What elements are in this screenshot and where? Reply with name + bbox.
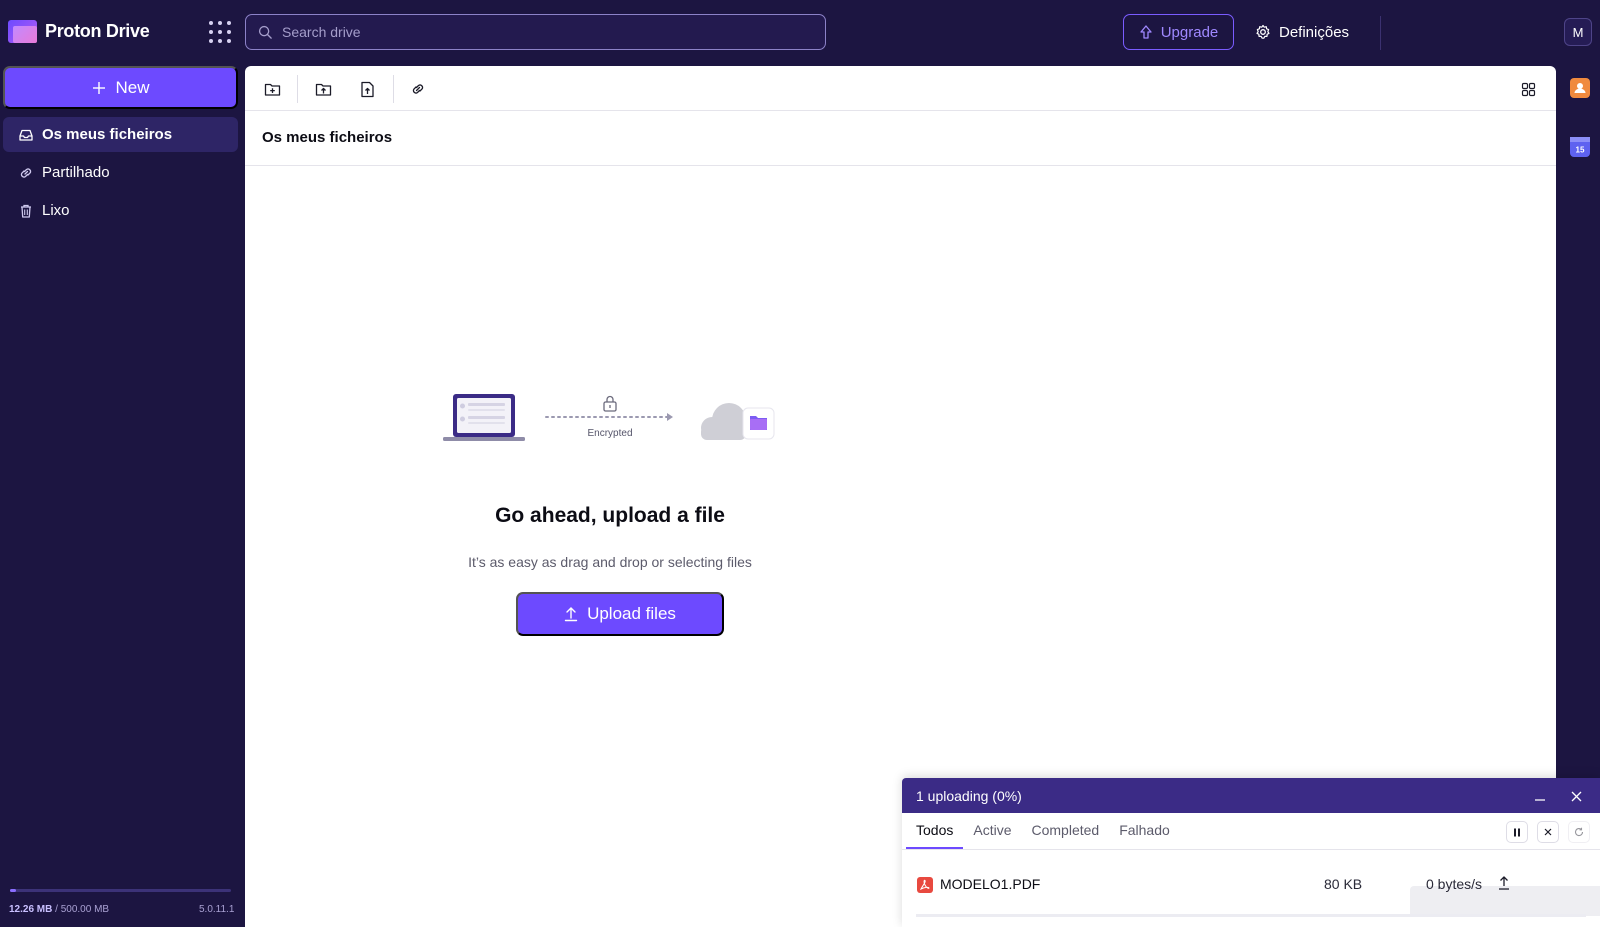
search-icon bbox=[258, 25, 272, 39]
inbox-icon bbox=[19, 129, 33, 141]
svg-text:15: 15 bbox=[1576, 146, 1585, 155]
apps-launcher-icon[interactable] bbox=[208, 20, 232, 44]
minimize-icon bbox=[1535, 799, 1545, 801]
new-button[interactable]: New bbox=[3, 66, 238, 109]
sidebar-item-label: Lixo bbox=[42, 202, 70, 219]
link-icon bbox=[20, 167, 32, 178]
upload-folder-button[interactable] bbox=[308, 76, 338, 102]
storage-usage: 12.26 MB / 500.00 MB bbox=[9, 904, 109, 915]
upgrade-label: Upgrade bbox=[1160, 23, 1219, 41]
upload-folder-icon bbox=[315, 83, 331, 96]
header-divider bbox=[1380, 16, 1381, 50]
transfer-status-title: 1 uploading (0%) bbox=[916, 787, 1022, 804]
gear-icon bbox=[1256, 24, 1270, 39]
app-version: 5.0.11.1 bbox=[199, 904, 235, 915]
proton-drive-logo-icon bbox=[8, 20, 37, 43]
transfer-file-size: 80 KB bbox=[1324, 876, 1363, 892]
upload-files-button[interactable]: Upload files bbox=[516, 592, 724, 636]
toolbar-divider bbox=[297, 75, 298, 103]
sidebar-nav: Os meus ficheiros Partilhado Lixo bbox=[3, 117, 238, 231]
storage-total: 500.00 MB bbox=[60, 904, 110, 915]
new-folder-button[interactable] bbox=[257, 76, 287, 102]
top-bar: Proton Drive Upgrade Definições M bbox=[0, 0, 1600, 65]
transfer-tabs: Todos Active Completed Falhado bbox=[902, 813, 1600, 850]
transfer-manager-header[interactable]: 1 uploading (0%) bbox=[902, 778, 1600, 813]
encrypted-caption: Encrypted bbox=[587, 428, 632, 439]
encrypted-upload-illustration: Encrypted bbox=[443, 394, 775, 441]
app-name: Proton Drive bbox=[45, 21, 150, 41]
user-avatar[interactable]: M bbox=[1564, 18, 1592, 46]
transfer-manager: 1 uploading (0%) Todos Active Completed … bbox=[902, 778, 1600, 927]
upload-arrow-icon bbox=[564, 607, 578, 622]
grid-view-icon bbox=[1521, 82, 1535, 96]
retry-all-button[interactable] bbox=[1568, 821, 1590, 843]
get-link-button[interactable] bbox=[403, 76, 433, 102]
cloud-icon bbox=[701, 403, 746, 440]
new-label: New bbox=[115, 77, 150, 97]
storage-bar-fill bbox=[10, 889, 16, 892]
upgrade-arrow-icon bbox=[1140, 25, 1152, 39]
storage-used: 12.26 MB bbox=[9, 904, 53, 915]
lock-icon bbox=[603, 395, 617, 412]
layout-toggle-button[interactable] bbox=[1513, 76, 1543, 102]
sidebar-item-my-files[interactable]: Os meus ficheiros bbox=[3, 117, 238, 152]
upload-file-button[interactable] bbox=[352, 76, 382, 102]
settings-label: Definições bbox=[1279, 23, 1350, 41]
contacts-icon bbox=[1574, 83, 1586, 93]
sidebar-item-shared[interactable]: Partilhado bbox=[3, 155, 238, 190]
upgrade-button[interactable]: Upgrade bbox=[1123, 14, 1234, 50]
laptop-icon bbox=[443, 394, 525, 441]
sidebar-item-label: Partilhado bbox=[42, 164, 110, 181]
breadcrumb: Os meus ficheiros bbox=[245, 111, 1556, 166]
pause-icon bbox=[1514, 828, 1520, 836]
transfer-speed: 0 bytes/s bbox=[1426, 876, 1483, 892]
search-box[interactable] bbox=[245, 14, 826, 50]
contacts-app-icon[interactable] bbox=[1570, 78, 1590, 98]
empty-state-title: Go ahead, upload a file bbox=[495, 504, 725, 527]
settings-button[interactable]: Definições bbox=[1255, 14, 1349, 50]
calendar-app-icon[interactable]: 15 bbox=[1570, 137, 1590, 157]
pdf-file-icon bbox=[917, 877, 933, 893]
upload-file-icon bbox=[360, 81, 374, 97]
new-folder-icon bbox=[264, 83, 280, 96]
folder-icon bbox=[742, 407, 775, 440]
close-icon bbox=[1544, 828, 1552, 836]
tab-failed[interactable]: Falhado bbox=[1109, 813, 1180, 849]
app-logo[interactable]: Proton Drive bbox=[8, 20, 150, 43]
minimize-button[interactable] bbox=[1530, 786, 1550, 806]
cancel-all-button[interactable] bbox=[1537, 821, 1559, 843]
transfer-file-name: MODELO1.PDF bbox=[940, 876, 1041, 892]
storage-bar bbox=[10, 889, 231, 892]
calendar-icon: 15 bbox=[1570, 137, 1590, 155]
breadcrumb-current[interactable]: Os meus ficheiros bbox=[262, 129, 392, 146]
share-link-icon bbox=[412, 84, 424, 94]
sidebar-item-label: Os meus ficheiros bbox=[42, 126, 173, 143]
search-input[interactable] bbox=[282, 24, 802, 40]
sidebar-item-trash[interactable]: Lixo bbox=[3, 193, 238, 228]
close-transfer-button[interactable] bbox=[1566, 786, 1586, 806]
tab-all[interactable]: Todos bbox=[906, 813, 964, 849]
transfer-row[interactable]: MODELO1.PDF 80 KB 0 bytes/s bbox=[902, 850, 1600, 918]
empty-state-subtitle: It’s as easy as drag and drop or selecti… bbox=[468, 554, 752, 570]
plus-icon bbox=[93, 81, 106, 94]
refresh-icon bbox=[1575, 827, 1584, 837]
tab-completed[interactable]: Completed bbox=[1021, 813, 1109, 849]
upload-files-label: Upload files bbox=[587, 604, 676, 623]
upload-status-icon bbox=[1499, 876, 1509, 890]
close-icon bbox=[1571, 791, 1581, 801]
toolbar-divider bbox=[393, 75, 394, 103]
tab-active[interactable]: Active bbox=[963, 813, 1021, 849]
storage-separator: / bbox=[52, 904, 61, 915]
trash-icon bbox=[21, 204, 31, 218]
pause-all-button[interactable] bbox=[1506, 821, 1528, 843]
transfer-progress-bar bbox=[916, 914, 1586, 917]
toolbar bbox=[245, 66, 1556, 111]
